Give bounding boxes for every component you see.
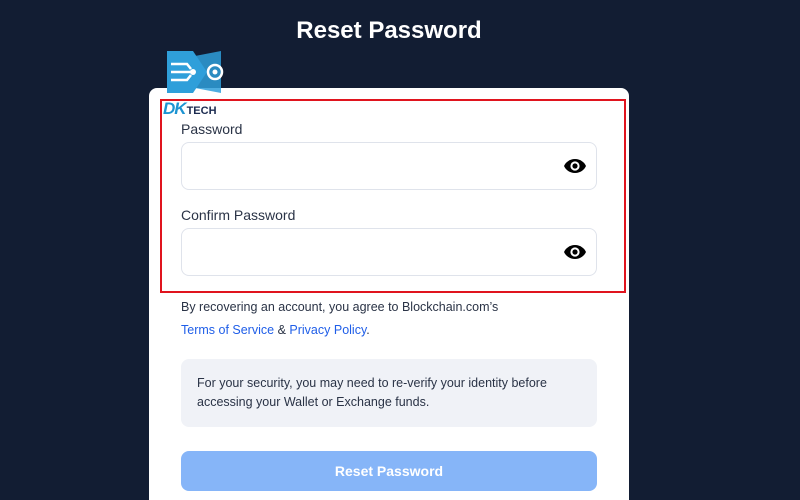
eye-icon[interactable] <box>562 241 588 263</box>
logo-dk: DK <box>163 99 187 118</box>
security-notice-text: For your security, you may need to re-ve… <box>197 376 547 409</box>
reset-password-button[interactable]: Reset Password <box>181 451 597 491</box>
dktech-logo: DKTECH <box>163 48 227 118</box>
security-notice: For your security, you may need to re-ve… <box>181 359 597 427</box>
page-title: Reset Password <box>296 17 482 44</box>
logo-tech: TECH <box>186 105 217 117</box>
privacy-policy-link[interactable]: Privacy Policy <box>289 323 366 337</box>
logo-icon <box>167 51 224 93</box>
confirm-password-label: Confirm Password <box>181 207 296 223</box>
logo-wordmark: DKTECH <box>163 100 217 118</box>
terms-text: By recovering an account, you agree to B… <box>181 296 601 342</box>
confirm-password-field-wrapper <box>181 228 597 276</box>
eye-icon[interactable] <box>562 155 588 177</box>
terms-of-service-link[interactable]: Terms of Service <box>181 323 274 337</box>
password-field-wrapper <box>181 142 597 190</box>
terms-separator: & <box>277 323 286 337</box>
password-label: Password <box>181 121 243 137</box>
terms-period: . <box>366 323 370 337</box>
terms-intro: By recovering an account, you agree to B… <box>181 300 499 314</box>
confirm-password-input[interactable] <box>182 229 552 275</box>
password-input[interactable] <box>182 143 552 189</box>
